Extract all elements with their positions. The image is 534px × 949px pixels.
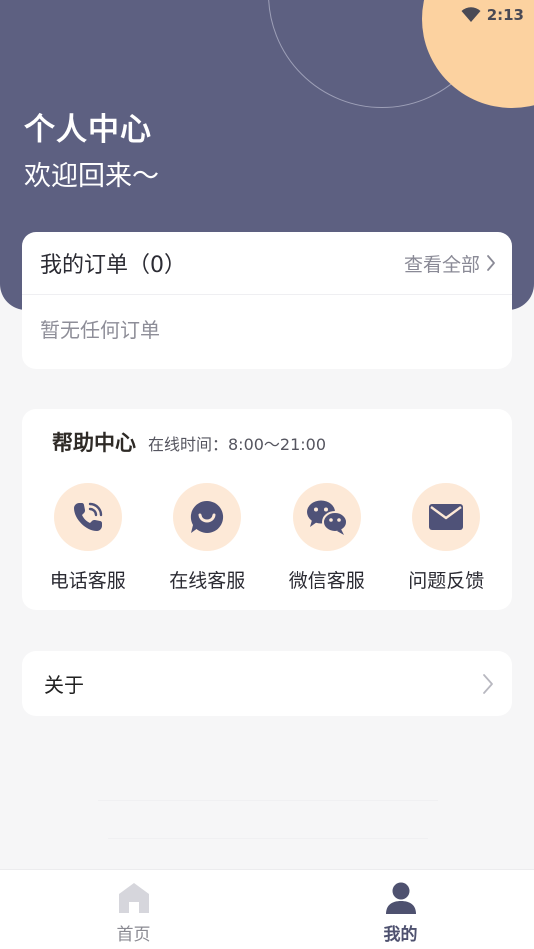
help-center-card: 帮助中心 在线时间：8:00～21:00 电话客服 在线客服 微信客服 问题反馈 [22, 409, 512, 610]
page-title: 个人中心 [24, 112, 152, 148]
view-all-orders-link[interactable]: 查看全部 [404, 250, 496, 277]
tab-profile-label: 我的 [383, 925, 418, 945]
tab-home[interactable]: 首页 [0, 870, 267, 949]
envelope-icon-circle [412, 483, 481, 551]
user-icon [385, 882, 416, 914]
chat-icon-circle [173, 483, 242, 551]
phone-service-button[interactable]: 电话客服 [32, 483, 144, 593]
orders-card: 我的订单（0） 查看全部 暂无任何订单 [22, 232, 512, 369]
wechat-service-button[interactable]: 微信客服 [271, 483, 383, 593]
online-service-label: 在线客服 [169, 570, 246, 592]
home-icon [118, 883, 149, 913]
status-time: 2:13 [486, 6, 524, 24]
about-label: 关于 [44, 673, 84, 697]
faint-divider [108, 838, 428, 839]
orders-header: 我的订单（0） 查看全部 [22, 232, 512, 295]
status-bar: 2:13 [461, 4, 524, 26]
help-center-header: 帮助中心 在线时间：8:00～21:00 [52, 427, 326, 457]
wechat-service-label: 微信客服 [288, 570, 365, 592]
welcome-subtitle: 欢迎回来～ [24, 161, 159, 192]
chevron-right-icon [487, 255, 495, 271]
wifi-icon [461, 7, 481, 22]
online-service-button[interactable]: 在线客服 [151, 483, 263, 593]
tab-home-label: 首页 [116, 925, 151, 945]
faint-divider [98, 800, 438, 801]
about-row[interactable]: 关于 [22, 651, 512, 716]
help-center-title: 帮助中心 [52, 431, 136, 455]
wechat-icon [306, 500, 348, 535]
tab-profile[interactable]: 我的 [267, 870, 534, 949]
envelope-icon [429, 504, 464, 530]
phone-service-label: 电话客服 [49, 570, 126, 592]
chat-bubble-icon [191, 500, 224, 533]
help-options: 电话客服 在线客服 微信客服 问题反馈 [22, 483, 512, 593]
orders-empty-text: 暂无任何订单 [40, 318, 160, 342]
wechat-icon-circle [292, 483, 361, 551]
phone-icon [73, 502, 102, 531]
view-all-label: 查看全部 [403, 253, 480, 276]
feedback-button[interactable]: 问题反馈 [390, 483, 502, 593]
bottom-tab-bar: 首页 我的 [0, 869, 534, 949]
help-center-hours: 在线时间：8:00～21:00 [148, 435, 327, 454]
orders-title: 我的订单（0） [40, 253, 186, 278]
phone-icon-circle [53, 483, 122, 551]
feedback-label: 问题反馈 [408, 570, 485, 592]
chevron-right-icon [483, 673, 493, 694]
